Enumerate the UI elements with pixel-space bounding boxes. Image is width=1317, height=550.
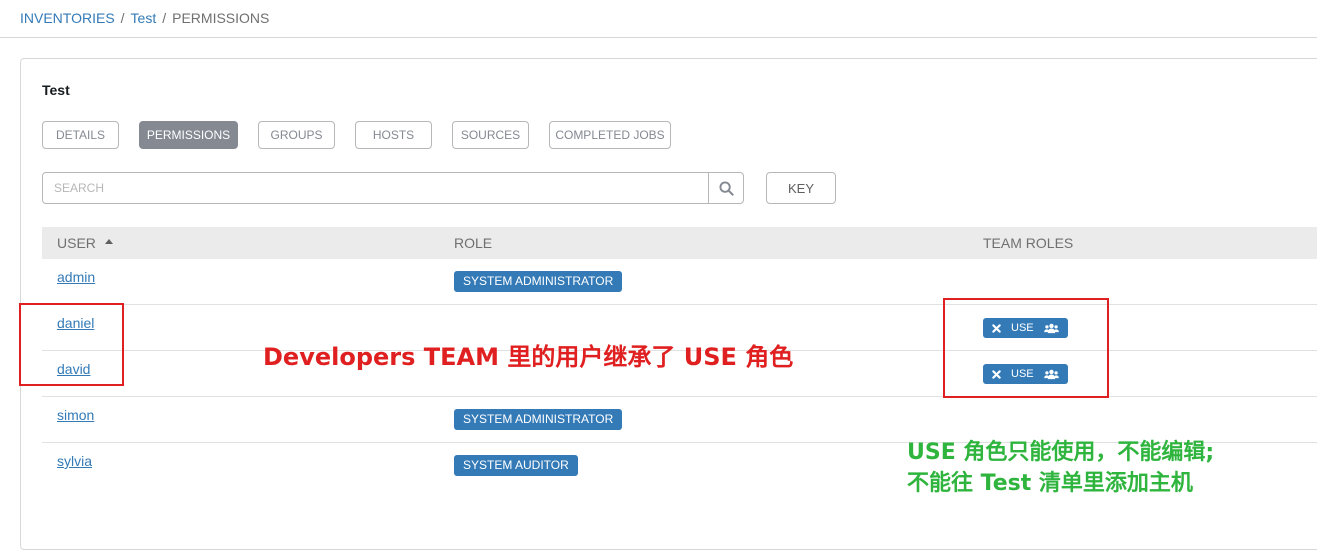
tab-sources[interactable]: SOURCES xyxy=(452,121,529,149)
user-link-sylvia[interactable]: sylvia xyxy=(57,453,92,469)
tab-completed-jobs[interactable]: COMPLETED JOBS xyxy=(549,121,671,149)
column-header-user-label: USER xyxy=(57,235,96,251)
breadcrumb-separator: / xyxy=(120,10,125,26)
breadcrumb: INVENTORIES / Test / PERMISSIONS xyxy=(20,10,269,26)
role-badge: SYSTEM ADMINISTRATOR xyxy=(454,271,623,292)
column-header-user[interactable]: USER xyxy=(57,235,114,251)
user-link-simon[interactable]: simon xyxy=(57,407,94,423)
highlight-box-users xyxy=(19,303,124,386)
column-header-role: ROLE xyxy=(454,235,493,251)
tab-hosts[interactable]: HOSTS xyxy=(355,121,432,149)
key-button[interactable]: KEY xyxy=(766,172,836,204)
tab-details[interactable]: DETAILS xyxy=(42,121,119,149)
table-header: USER ROLE TEAM ROLES xyxy=(42,227,1317,259)
highlight-box-team-roles xyxy=(943,298,1109,398)
tab-groups[interactable]: GROUPS xyxy=(258,121,335,149)
role-badge: SYSTEM AUDITOR xyxy=(454,455,578,476)
annotation-green-text: USE 角色只能使用，不能编辑; 不能往 Test 清单里添加主机 xyxy=(907,437,1214,499)
breadcrumb-test-link[interactable]: Test xyxy=(131,10,157,26)
search-icon xyxy=(718,180,734,196)
user-link-admin[interactable]: admin xyxy=(57,269,95,285)
table-row: admin SYSTEM ADMINISTRATOR xyxy=(42,259,1317,305)
tab-permissions[interactable]: PERMISSIONS xyxy=(139,121,238,149)
annotation-green-line-1: USE 角色只能使用，不能编辑; xyxy=(907,440,1215,465)
sort-ascending-icon xyxy=(104,239,113,244)
annotation-green-line-2: 不能往 Test 清单里添加主机 xyxy=(907,471,1193,496)
panel-title: Test xyxy=(42,82,70,98)
breadcrumb-separator: / xyxy=(162,10,167,26)
breadcrumb-inventories-link[interactable]: INVENTORIES xyxy=(20,10,115,26)
search-bar xyxy=(42,172,744,204)
breadcrumb-current: PERMISSIONS xyxy=(172,10,270,26)
annotation-red-text: Developers TEAM 里的用户继承了 USE 角色 xyxy=(263,343,794,371)
role-badge: SYSTEM ADMINISTRATOR xyxy=(454,409,623,430)
search-button[interactable] xyxy=(708,173,743,203)
breadcrumb-divider xyxy=(0,37,1317,38)
search-input[interactable] xyxy=(43,173,708,203)
column-header-team-roles: TEAM ROLES xyxy=(983,235,1074,251)
